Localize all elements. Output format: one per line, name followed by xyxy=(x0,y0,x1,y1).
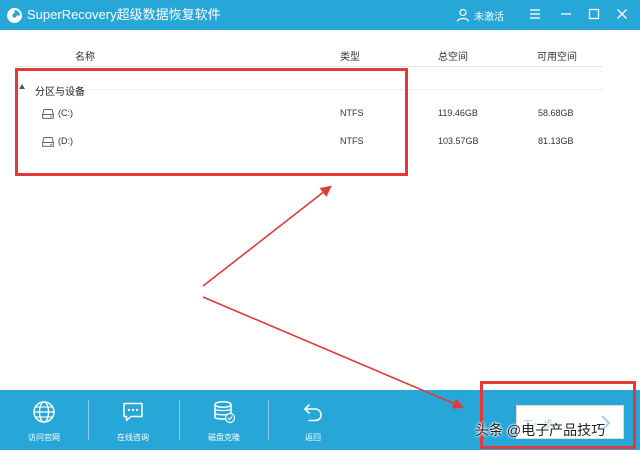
annotation-arrows xyxy=(202,185,465,409)
watermark-text: 头条 @电子产品技巧 xyxy=(475,422,606,438)
annotation-arrow-up xyxy=(202,185,332,287)
annotation-arrow-down xyxy=(202,296,465,409)
